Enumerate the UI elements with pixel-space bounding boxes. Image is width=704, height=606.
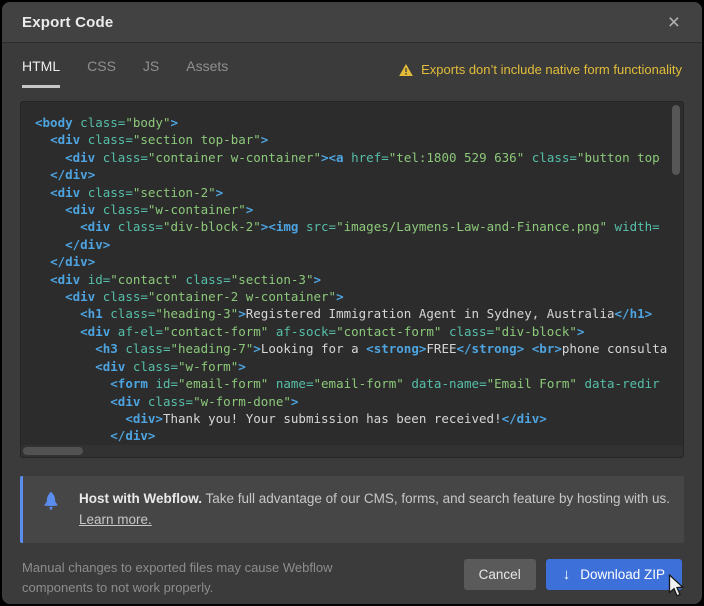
footer-buttons: Cancel ↓ Download ZIP bbox=[464, 559, 682, 590]
tab-bar: HTML CSS JS Assets Exports don’t include… bbox=[2, 43, 702, 88]
tab-js[interactable]: JS bbox=[143, 58, 159, 88]
banner-body: Take full advantage of our CMS, forms, a… bbox=[202, 491, 670, 506]
code-scroll-area: <body class="body"> <div class="section … bbox=[21, 102, 683, 445]
banner-message: Host with Webflow. Take full advantage o… bbox=[79, 488, 670, 509]
tab-assets[interactable]: Assets bbox=[186, 58, 228, 88]
code-line: </div> bbox=[35, 253, 683, 270]
code-line: <div class="w-container"> bbox=[35, 201, 683, 218]
warning-text: Exports don’t include native form functi… bbox=[421, 62, 682, 77]
code-line: <div class="container-2 w-container"> bbox=[35, 288, 683, 305]
export-code-modal: Export Code × HTML CSS JS Assets Exports… bbox=[2, 2, 702, 604]
code-line: <div class="section top-bar"> bbox=[35, 131, 683, 148]
close-icon[interactable]: × bbox=[666, 12, 682, 33]
code-line: <div af-el="contact-form" af-sock="conta… bbox=[35, 323, 683, 340]
code-line: </div> bbox=[35, 427, 683, 444]
form-warning: Exports don’t include native form functi… bbox=[399, 62, 682, 88]
code-line: <div>Thank you! Your submission has been… bbox=[35, 410, 683, 427]
code-line: <h1 class="heading-3">Registered Immigra… bbox=[35, 305, 683, 322]
code-line: <div id="contact" class="section-3"> bbox=[35, 271, 683, 288]
modal-header: Export Code × bbox=[2, 2, 702, 43]
cancel-button[interactable]: Cancel bbox=[464, 559, 536, 590]
code-line: </div> bbox=[35, 166, 683, 183]
tab-html[interactable]: HTML bbox=[22, 58, 60, 88]
code-line: <h3 class="heading-7">Looking for a <str… bbox=[35, 340, 683, 357]
code-line: <div class="div-block-2"><img src="image… bbox=[35, 218, 683, 235]
footer-note-line1: Manual changes to exported files may cau… bbox=[22, 558, 332, 579]
download-arrow-icon: ↓ bbox=[563, 567, 571, 582]
horizontal-scrollbar-thumb[interactable] bbox=[23, 447, 83, 455]
download-label: Download ZIP bbox=[580, 567, 665, 582]
code-line: <body class="body"> bbox=[35, 114, 683, 131]
code-editor[interactable]: <body class="body"> <div class="section … bbox=[20, 101, 684, 458]
footer-note-line2: components to not work properly. bbox=[22, 578, 332, 599]
code-line: <div class="section-2"> bbox=[35, 184, 683, 201]
learn-more-link[interactable]: Learn more. bbox=[79, 512, 152, 527]
tab-css[interactable]: CSS bbox=[87, 58, 116, 88]
warning-triangle-icon bbox=[399, 64, 413, 76]
banner-lead: Host with Webflow. bbox=[79, 491, 202, 506]
code-line: <div class="w-form"> bbox=[35, 358, 683, 375]
code-content: <body class="body"> <div class="section … bbox=[21, 102, 683, 445]
banner-text: Host with Webflow. Take full advantage o… bbox=[79, 488, 670, 531]
horizontal-scrollbar-track[interactable] bbox=[21, 445, 683, 457]
host-with-webflow-banner: Host with Webflow. Take full advantage o… bbox=[20, 476, 684, 543]
code-line: <form id="email-form" name="email-form" … bbox=[35, 375, 683, 392]
code-line: <div class="container w-container"><a hr… bbox=[35, 149, 683, 166]
footer-note: Manual changes to exported files may cau… bbox=[22, 558, 332, 600]
modal-footer: Manual changes to exported files may cau… bbox=[2, 543, 702, 600]
download-zip-button[interactable]: ↓ Download ZIP bbox=[546, 559, 682, 590]
code-line: <div class="w-form-done"> bbox=[35, 393, 683, 410]
code-line: </div> bbox=[35, 236, 683, 253]
rocket-icon bbox=[23, 488, 79, 513]
modal-title: Export Code bbox=[22, 14, 666, 31]
vertical-scrollbar-thumb[interactable] bbox=[672, 105, 680, 175]
